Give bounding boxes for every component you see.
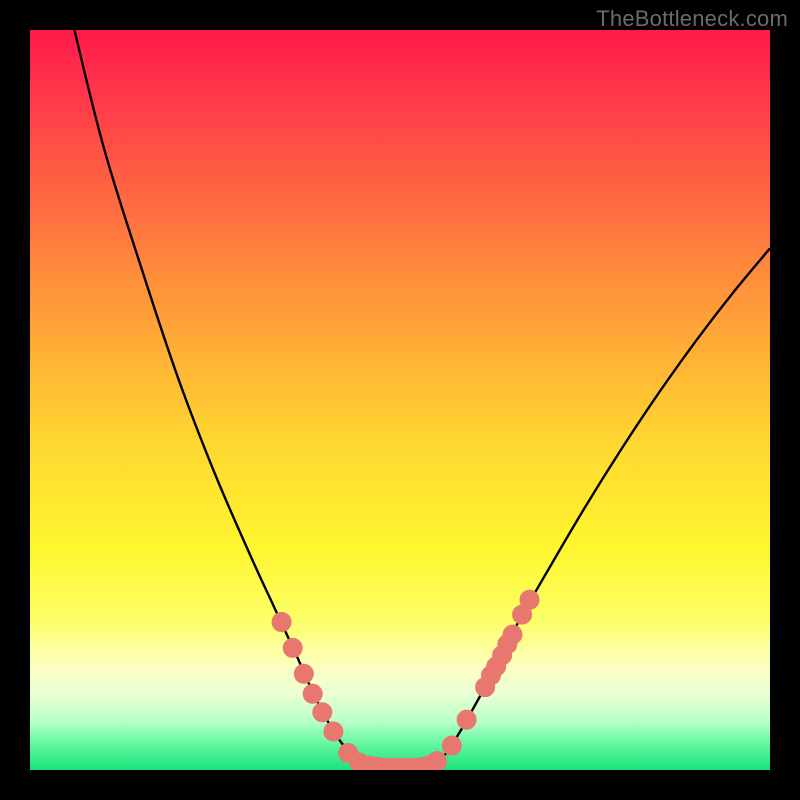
curve-marker <box>272 613 291 632</box>
chart-frame: TheBottleneck.com <box>0 0 800 800</box>
curve-marker <box>503 625 522 644</box>
curve-marker <box>313 703 332 722</box>
curve-marker <box>442 736 461 755</box>
curve-marker <box>283 638 302 657</box>
curve-marker <box>324 722 343 741</box>
curve-layer <box>30 30 770 770</box>
bottleneck-curve <box>74 30 770 768</box>
curve-marker <box>520 590 539 609</box>
curve-marker <box>457 710 476 729</box>
curve-marker <box>294 664 313 683</box>
watermark-text: TheBottleneck.com <box>596 6 788 32</box>
curve-marker <box>303 684 322 703</box>
curve-markers <box>272 590 539 770</box>
curve-marker <box>428 752 447 770</box>
plot-area <box>30 30 770 770</box>
